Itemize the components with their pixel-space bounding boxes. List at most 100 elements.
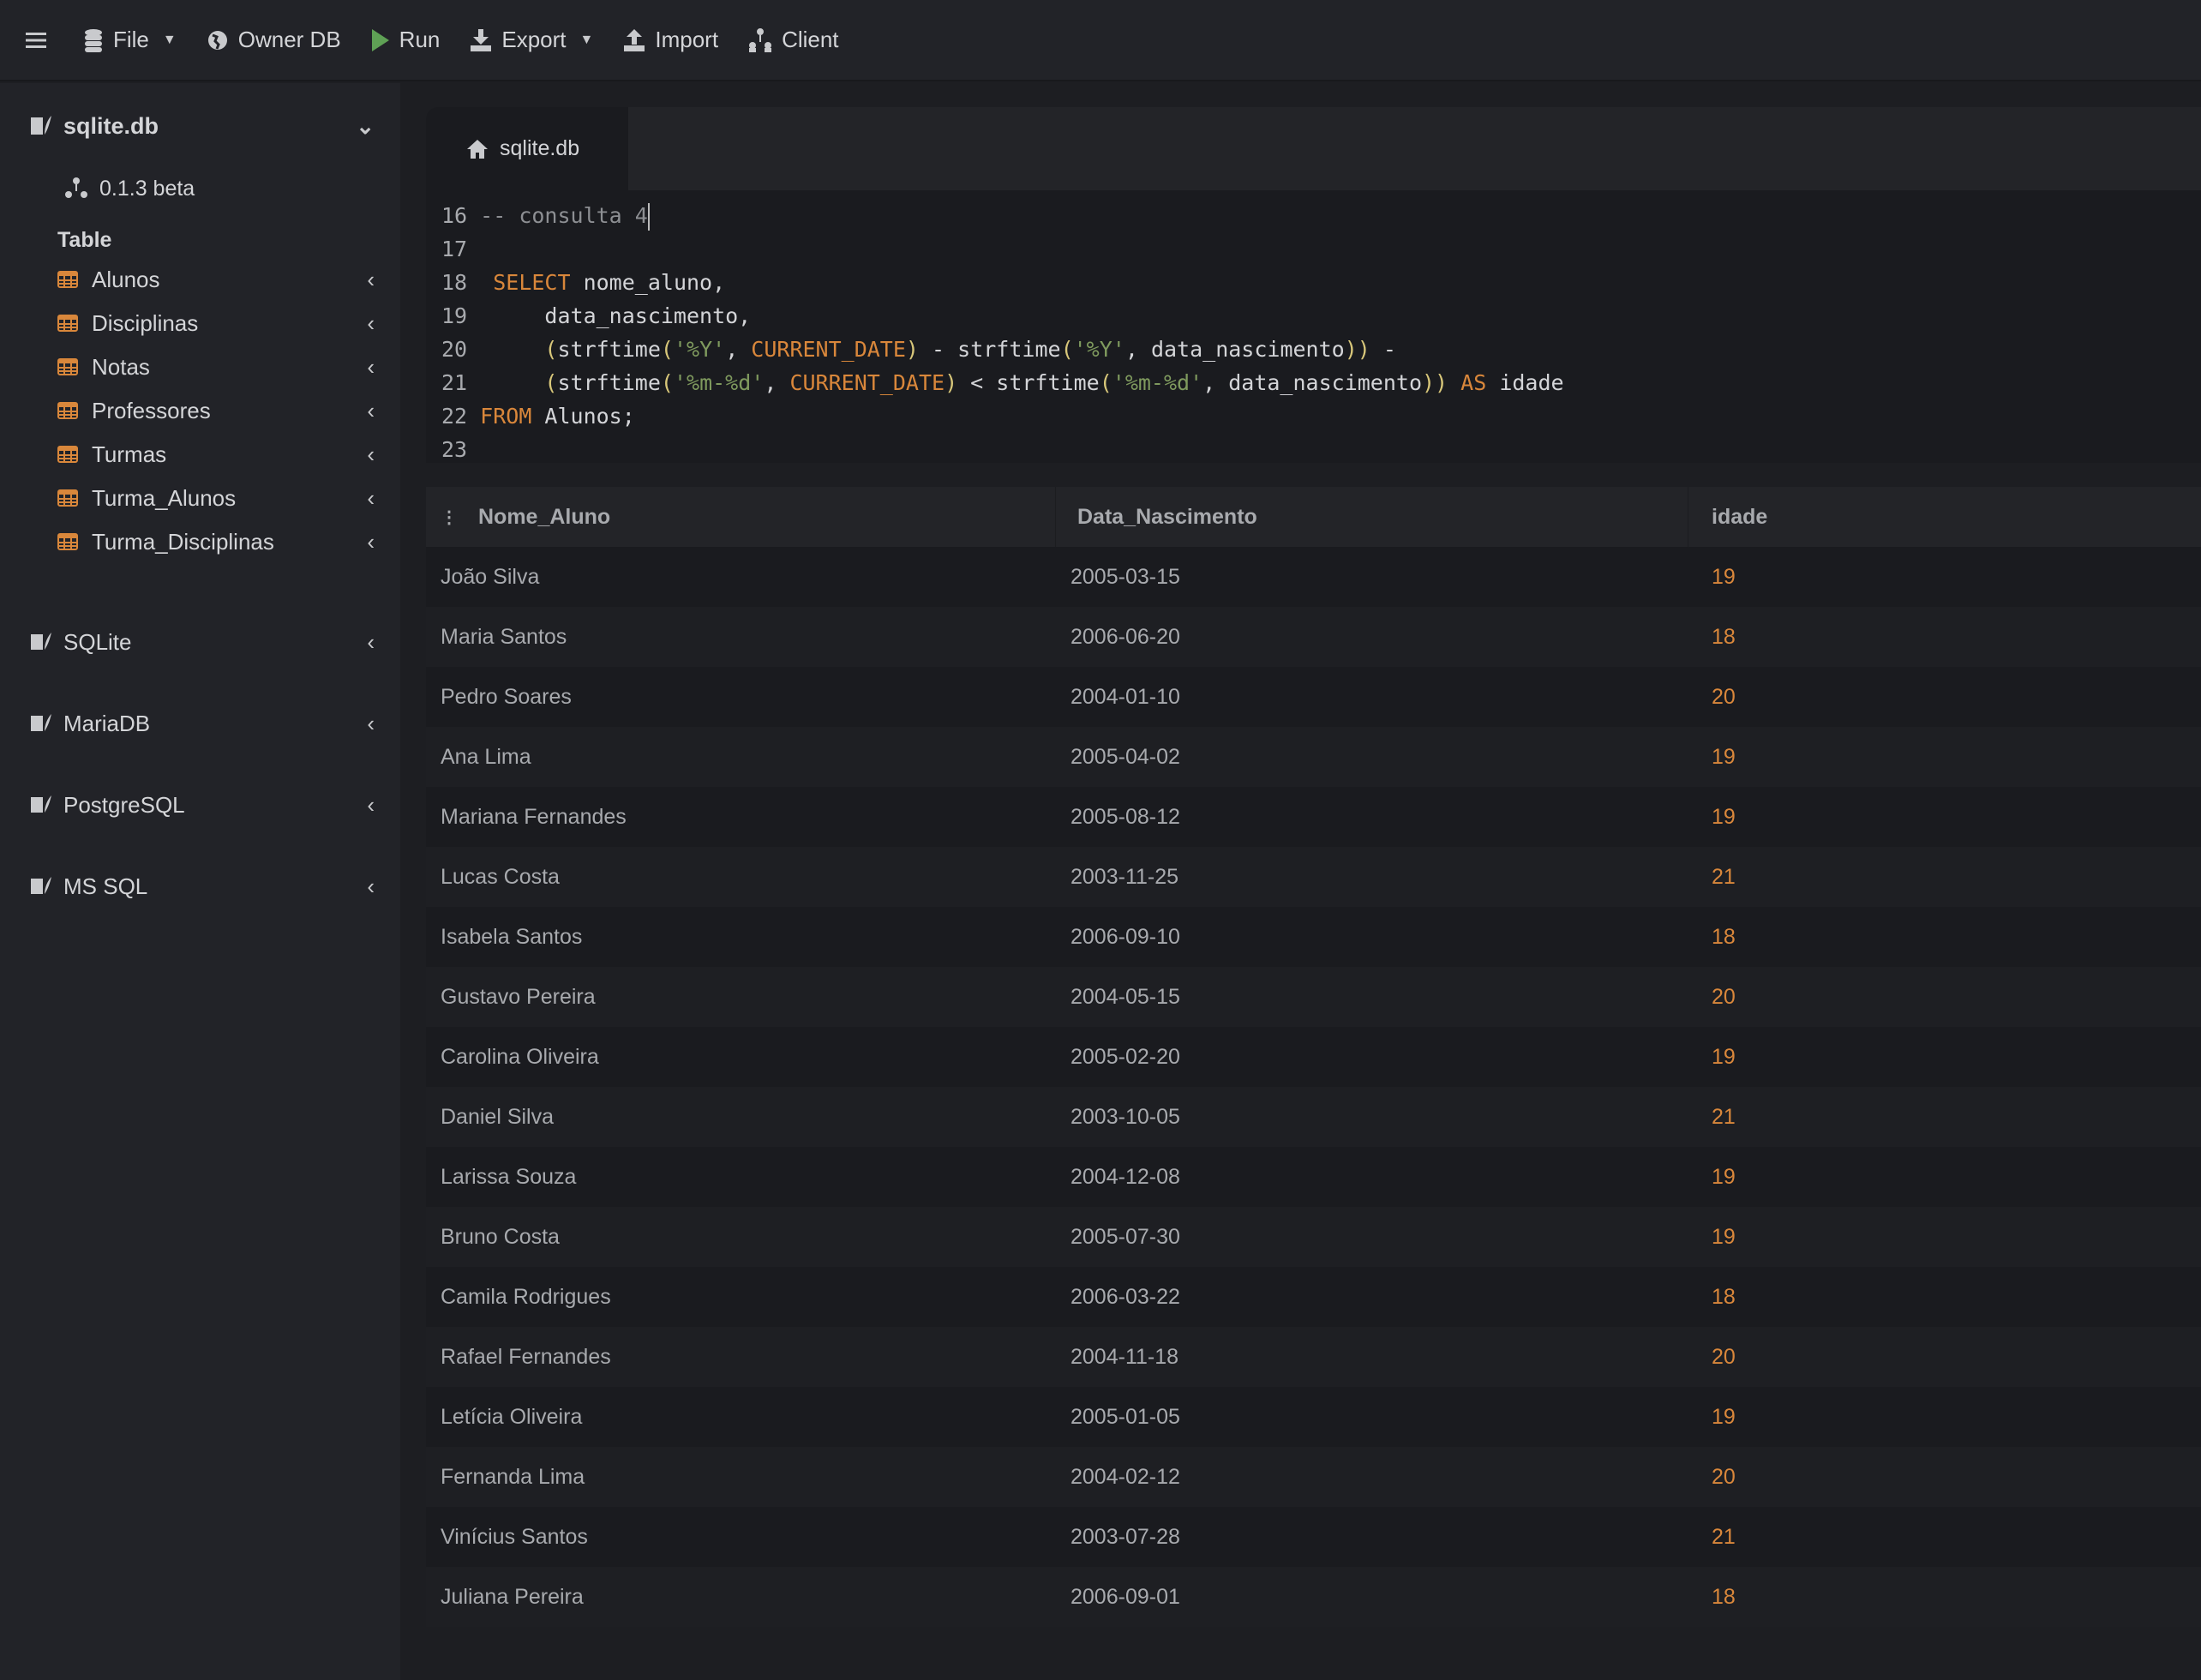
chevron-left-icon[interactable]: ‹: [367, 267, 375, 293]
cell-idade: 20: [1712, 1344, 1736, 1369]
code-token: strftime: [557, 337, 661, 362]
cell-idade: 21: [1712, 1104, 1736, 1129]
table-row[interactable]: Carolina Oliveira 2005-02-20 19: [426, 1027, 2201, 1087]
code-token: AS: [1460, 370, 1487, 395]
menu-button[interactable]: [26, 31, 46, 50]
cell-idade: 21: [1712, 1524, 1736, 1549]
cell-nome-aluno: Isabela Santos: [441, 924, 583, 949]
sidebar-engine-mariadb[interactable]: MariaDB ‹: [0, 706, 400, 741]
code-token: SELECT: [467, 270, 571, 295]
cell-nome-aluno: Daniel Silva: [441, 1104, 555, 1129]
table-row[interactable]: Gustavo Pereira 2004-05-15 20: [426, 967, 2201, 1027]
cell-idade: 20: [1712, 684, 1736, 709]
table-row[interactable]: Isabela Santos 2006-09-10 18: [426, 907, 2201, 967]
code-token: '%Y': [673, 337, 726, 362]
cell-idade: 20: [1712, 1464, 1736, 1489]
table-row[interactable]: Rafael Fernandes 2004-11-18 20: [426, 1327, 2201, 1387]
chevron-left-icon[interactable]: ‹: [367, 398, 375, 424]
sidebar-table-disciplinas[interactable]: Disciplinas ‹: [0, 306, 400, 340]
table-row[interactable]: Juliana Pereira 2006-09-01 18: [426, 1567, 2201, 1627]
chevron-down-icon[interactable]: ⌄: [356, 113, 375, 140]
grid-header: ⋮ Nome_Aluno Data_Nascimento idade: [426, 487, 2201, 547]
sidebar-table-turmas[interactable]: Turmas ‹: [0, 437, 400, 471]
import-label: Import: [655, 27, 719, 52]
code-line: 18 SELECT nome_aluno,: [441, 270, 725, 303]
sql-editor[interactable]: 16 -- consulta 4 17 18 SELECT nome_aluno, 1…: [426, 190, 2201, 463]
sidebar-engine-sqlite[interactable]: SQLite ‹: [0, 625, 400, 659]
cell-idade: 19: [1712, 1164, 1736, 1189]
cell-data-nascimento: 2005-04-02: [1071, 744, 1180, 769]
table-name: Professores: [92, 397, 211, 423]
database-icon: [85, 28, 102, 52]
table-row[interactable]: Pedro Soares 2004-01-10 20: [426, 667, 2201, 727]
sidebar-table-alunos[interactable]: Alunos ‹: [0, 262, 400, 297]
cell-nome-aluno: Rafael Fernandes: [441, 1344, 611, 1369]
cell-nome-aluno: Letícia Oliveira: [441, 1404, 583, 1429]
cell-data-nascimento: 2006-09-01: [1071, 1584, 1180, 1609]
file-menu[interactable]: File ▼: [84, 27, 177, 53]
chevron-left-icon[interactable]: ‹: [367, 485, 375, 512]
table-row[interactable]: Larissa Souza 2004-12-08 19: [426, 1147, 2201, 1207]
cell-nome-aluno: Vinícius Santos: [441, 1524, 588, 1549]
chevron-left-icon[interactable]: ‹: [367, 792, 375, 819]
sidebar-table-professores[interactable]: Professores ‹: [0, 393, 400, 428]
cell-data-nascimento: 2005-02-20: [1071, 1044, 1180, 1069]
table-row[interactable]: João Silva 2005-03-15 19: [426, 547, 2201, 607]
code-line: 17: [441, 237, 467, 270]
sidebar-db-sqlite[interactable]: sqlite.db ⌄: [0, 109, 400, 143]
table-icon: [57, 446, 78, 463]
upload-icon: [624, 28, 645, 51]
table-row[interactable]: Daniel Silva 2003-10-05 21: [426, 1087, 2201, 1147]
table-row[interactable]: Ana Lima 2005-04-02 19: [426, 727, 2201, 787]
sidebar-table-turma_alunos[interactable]: Turma_Alunos ‹: [0, 481, 400, 515]
download-icon: [471, 28, 492, 51]
tab-sqlite-db[interactable]: sqlite.db: [426, 107, 628, 190]
table-row[interactable]: Lucas Costa 2003-11-25 21: [426, 847, 2201, 907]
table-row[interactable]: Maria Santos 2006-06-20 18: [426, 607, 2201, 667]
export-menu[interactable]: Export ▼: [471, 27, 593, 53]
client-button[interactable]: Client: [749, 27, 839, 53]
engine-icon: [31, 714, 51, 731]
owner-db-button[interactable]: Owner DB: [207, 27, 341, 53]
chevron-left-icon[interactable]: ‹: [367, 711, 375, 737]
cell-nome-aluno: Larissa Souza: [441, 1164, 577, 1189]
code-token: (: [660, 337, 674, 362]
table-row[interactable]: Fernanda Lima 2004-02-12 20: [426, 1447, 2201, 1507]
table-row[interactable]: Letícia Oliveira 2005-01-05 19: [426, 1387, 2201, 1447]
section-table-label: Table: [57, 227, 112, 252]
sidebar-engine-ms-sql[interactable]: MS SQL ‹: [0, 869, 400, 903]
run-button[interactable]: Run: [371, 27, 440, 53]
sidebar-table-notas[interactable]: Notas ‹: [0, 350, 400, 384]
table-row[interactable]: Bruno Costa 2005-07-30 19: [426, 1207, 2201, 1267]
toolbar: File ▼ Owner DB Run Export ▼ Import Client: [0, 0, 2201, 81]
chevron-left-icon[interactable]: ‹: [367, 354, 375, 381]
table-row[interactable]: Mariana Fernandes 2005-08-12 19: [426, 787, 2201, 847]
chevron-left-icon[interactable]: ‹: [367, 529, 375, 555]
import-button[interactable]: Import: [624, 27, 718, 53]
code-token: (: [1060, 337, 1074, 362]
owner-db-label: Owner DB: [237, 27, 341, 52]
tab-label: sqlite.db: [500, 136, 580, 160]
chevron-left-icon[interactable]: ‹: [367, 310, 375, 337]
line-number: 16: [441, 203, 468, 228]
code-token: nome_aluno,: [570, 270, 726, 295]
chevron-left-icon[interactable]: ‹: [367, 873, 375, 900]
table-row[interactable]: Vinícius Santos 2003-07-28 21: [426, 1507, 2201, 1567]
chevron-left-icon[interactable]: ‹: [367, 629, 375, 656]
column-header-nome-aluno[interactable]: ⋮ Nome_Aluno: [426, 487, 1056, 547]
table-row[interactable]: Camila Rodrigues 2006-03-22 18: [426, 1267, 2201, 1327]
sidebar-engine-postgresql[interactable]: PostgreSQL ‹: [0, 788, 400, 822]
sidebar-table-turma_disciplinas[interactable]: Turma_Disciplinas ‹: [0, 525, 400, 559]
column-menu-icon[interactable]: ⋮: [441, 507, 458, 528]
cell-idade: 18: [1712, 1584, 1736, 1609]
cell-data-nascimento: 2006-06-20: [1071, 624, 1180, 649]
chevron-left-icon[interactable]: ‹: [367, 441, 375, 468]
cell-data-nascimento: 2005-08-12: [1071, 804, 1180, 829]
cell-nome-aluno: Pedro Soares: [441, 684, 572, 709]
file-label: File: [113, 27, 149, 52]
code-line: 22 FROM Alunos;: [441, 404, 635, 437]
column-header-data-nascimento[interactable]: Data_Nascimento: [1056, 487, 1688, 547]
column-header-idade[interactable]: idade: [1688, 487, 2201, 547]
code-token: idade: [1486, 370, 1564, 395]
